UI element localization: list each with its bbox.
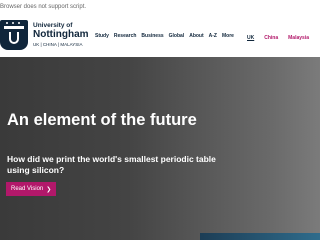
- site-header: University of Nottingham UK | CHINA | MA…: [0, 16, 320, 57]
- nav-item-about[interactable]: About: [189, 33, 203, 39]
- hero-title: An element of the future: [7, 111, 197, 129]
- noscript-message: Browser does not support script.: [0, 4, 87, 10]
- campus-uk[interactable]: UK: [242, 35, 259, 41]
- logo-line-3: UK | CHINA | MALAYSIA: [33, 42, 83, 47]
- logo-line-2: Nottingham: [33, 29, 89, 40]
- campus-china[interactable]: China: [259, 35, 283, 41]
- hero-banner: An element of the future How did we prin…: [0, 57, 320, 240]
- nav-item-research[interactable]: Research: [114, 33, 137, 39]
- nav-item-global[interactable]: Global: [169, 33, 185, 39]
- campus-malaysia[interactable]: Malaysia: [283, 35, 314, 41]
- crest-icon: [0, 20, 28, 50]
- hero-image-strip: [200, 233, 320, 240]
- read-vision-label: Read Vision: [11, 186, 44, 192]
- read-vision-button[interactable]: Read Vision ❯: [6, 182, 57, 196]
- hero-subtitle: How did we print the world's smallest pe…: [7, 154, 216, 175]
- logo-text: University of Nottingham UK | CHINA | MA…: [33, 22, 89, 48]
- campus-selector: UK China Malaysia: [242, 30, 314, 45]
- nav-item-study[interactable]: Study: [95, 33, 109, 39]
- nav-item-business[interactable]: Business: [141, 33, 163, 39]
- nav-item-a-z[interactable]: A-Z: [209, 33, 217, 39]
- nav-item-more[interactable]: More: [222, 33, 234, 39]
- university-logo[interactable]: University of Nottingham UK | CHINA | MA…: [0, 16, 89, 54]
- chevron-right-icon: ❯: [46, 186, 52, 193]
- main-nav: Study Research Business Global About A-Z…: [95, 33, 234, 39]
